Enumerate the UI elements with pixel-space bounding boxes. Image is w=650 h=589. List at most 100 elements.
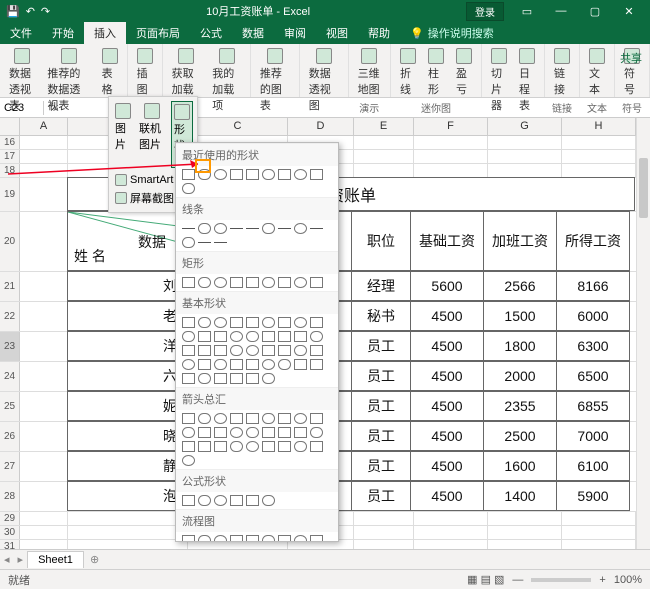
shape-option[interactable] [214, 535, 227, 542]
shape-option[interactable] [230, 413, 243, 424]
shape-option[interactable] [198, 317, 211, 328]
data-cell[interactable]: 员工 [351, 391, 411, 421]
data-cell[interactable]: 员工 [351, 361, 411, 391]
data-cell[interactable]: 6300 [556, 331, 630, 361]
shape-option[interactable] [182, 345, 195, 356]
share-button[interactable]: 共享 [620, 50, 642, 66]
quick-access[interactable]: 💾 ↶ ↷ [6, 5, 50, 18]
shape-option[interactable] [198, 345, 211, 356]
shape-option[interactable] [262, 413, 275, 424]
col-header[interactable]: H [562, 118, 636, 135]
shape-option[interactable] [182, 495, 195, 506]
shape-option[interactable] [246, 495, 259, 506]
shape-option[interactable] [310, 277, 323, 288]
data-cell[interactable]: 6000 [556, 301, 630, 331]
shape-option[interactable] [214, 413, 227, 424]
save-icon[interactable]: 💾 [6, 5, 20, 18]
shape-option[interactable] [230, 169, 243, 180]
shape-option[interactable] [262, 441, 275, 452]
shape-option[interactable] [278, 359, 291, 370]
shape-option[interactable] [246, 441, 259, 452]
row-header[interactable]: 16 [0, 136, 20, 149]
shape-option[interactable] [198, 495, 211, 506]
tell-me[interactable]: 💡操作说明搜索 [400, 22, 504, 44]
data-cell[interactable]: 4500 [410, 301, 484, 331]
ribbon-btn[interactable]: 推荐的数据透视表 [44, 46, 92, 115]
minimize-icon[interactable]: — [546, 5, 576, 18]
shape-option[interactable] [198, 223, 211, 234]
shape-option[interactable] [310, 317, 323, 328]
shape-option[interactable] [198, 331, 211, 342]
tab-数据[interactable]: 数据 [232, 22, 274, 44]
data-cell[interactable]: 4500 [410, 421, 484, 451]
shape-option[interactable] [182, 441, 195, 452]
shape-option[interactable] [246, 373, 259, 384]
shape-option[interactable] [278, 228, 291, 229]
shape-option[interactable] [230, 441, 243, 452]
shape-option[interactable] [262, 317, 275, 328]
shape-option[interactable] [230, 331, 243, 342]
row-header[interactable]: 25 [0, 392, 20, 421]
shape-option[interactable] [214, 359, 227, 370]
data-cell[interactable]: 1400 [483, 481, 557, 511]
ribbon-btn[interactable]: 柱形 [425, 46, 447, 99]
data-cell[interactable]: 2500 [483, 421, 557, 451]
ribbon-btn[interactable]: 三维地图 [355, 46, 384, 99]
vertical-scrollbar[interactable] [636, 118, 650, 549]
shape-option[interactable] [310, 345, 323, 356]
shape-option[interactable] [278, 427, 291, 438]
pictures-button[interactable]: 图片 [113, 101, 133, 168]
row-header[interactable]: 28 [0, 482, 20, 511]
col-header[interactable]: A [20, 118, 68, 135]
data-cell[interactable]: 4500 [410, 331, 484, 361]
shape-option[interactable] [294, 413, 307, 424]
shape-option[interactable] [278, 169, 291, 180]
shape-option[interactable] [262, 331, 275, 342]
shape-option[interactable] [246, 317, 259, 328]
scrollbar-thumb[interactable] [639, 158, 648, 218]
shape-option[interactable] [198, 373, 211, 384]
row-header[interactable]: 26 [0, 422, 20, 451]
shape-option[interactable] [294, 317, 307, 328]
shape-option[interactable] [310, 228, 323, 229]
shape-option[interactable] [294, 427, 307, 438]
shape-option[interactable] [262, 169, 275, 180]
tab-文件[interactable]: 文件 [0, 22, 42, 44]
shape-option[interactable] [214, 277, 227, 288]
shape-option[interactable] [310, 427, 323, 438]
view-buttons[interactable]: ▦ ▤ ▧ [467, 573, 504, 586]
shape-option[interactable] [182, 413, 195, 424]
shape-option[interactable] [278, 317, 291, 328]
shape-option[interactable] [278, 331, 291, 342]
shape-option[interactable] [230, 535, 243, 542]
ribbon-btn[interactable]: 推荐的图表 [257, 46, 293, 115]
shape-option[interactable] [182, 535, 195, 542]
data-cell[interactable]: 2566 [483, 271, 557, 301]
new-sheet-icon[interactable]: ⊕ [84, 553, 105, 566]
data-cell[interactable]: 5900 [556, 481, 630, 511]
close-icon[interactable]: ✕ [614, 5, 644, 18]
data-cell[interactable]: 4500 [410, 391, 484, 421]
shape-option[interactable] [214, 169, 227, 180]
shape-option[interactable] [262, 495, 275, 506]
shape-option[interactable] [230, 317, 243, 328]
ribbon-btn[interactable]: 数据透视表 [6, 46, 38, 115]
shape-option[interactable] [278, 535, 291, 542]
shape-option[interactable] [230, 277, 243, 288]
shape-option[interactable] [198, 242, 211, 243]
shape-option[interactable] [294, 331, 307, 342]
ribbon-btn[interactable]: 插图 [134, 46, 156, 99]
shape-option[interactable] [214, 495, 227, 506]
shape-option[interactable] [214, 427, 227, 438]
shape-option[interactable] [214, 373, 227, 384]
sheet-nav-next-icon[interactable]: ▸ [14, 553, 28, 566]
ribbon-btn[interactable]: 表格 [99, 46, 121, 99]
data-cell[interactable]: 1800 [483, 331, 557, 361]
data-cell[interactable]: 6500 [556, 361, 630, 391]
shape-option[interactable] [182, 228, 195, 229]
tab-插入[interactable]: 插入 [84, 22, 126, 44]
shape-option[interactable] [182, 455, 195, 466]
tab-视图[interactable]: 视图 [316, 22, 358, 44]
row-header[interactable]: 29 [0, 512, 20, 525]
shape-option[interactable] [246, 535, 259, 542]
